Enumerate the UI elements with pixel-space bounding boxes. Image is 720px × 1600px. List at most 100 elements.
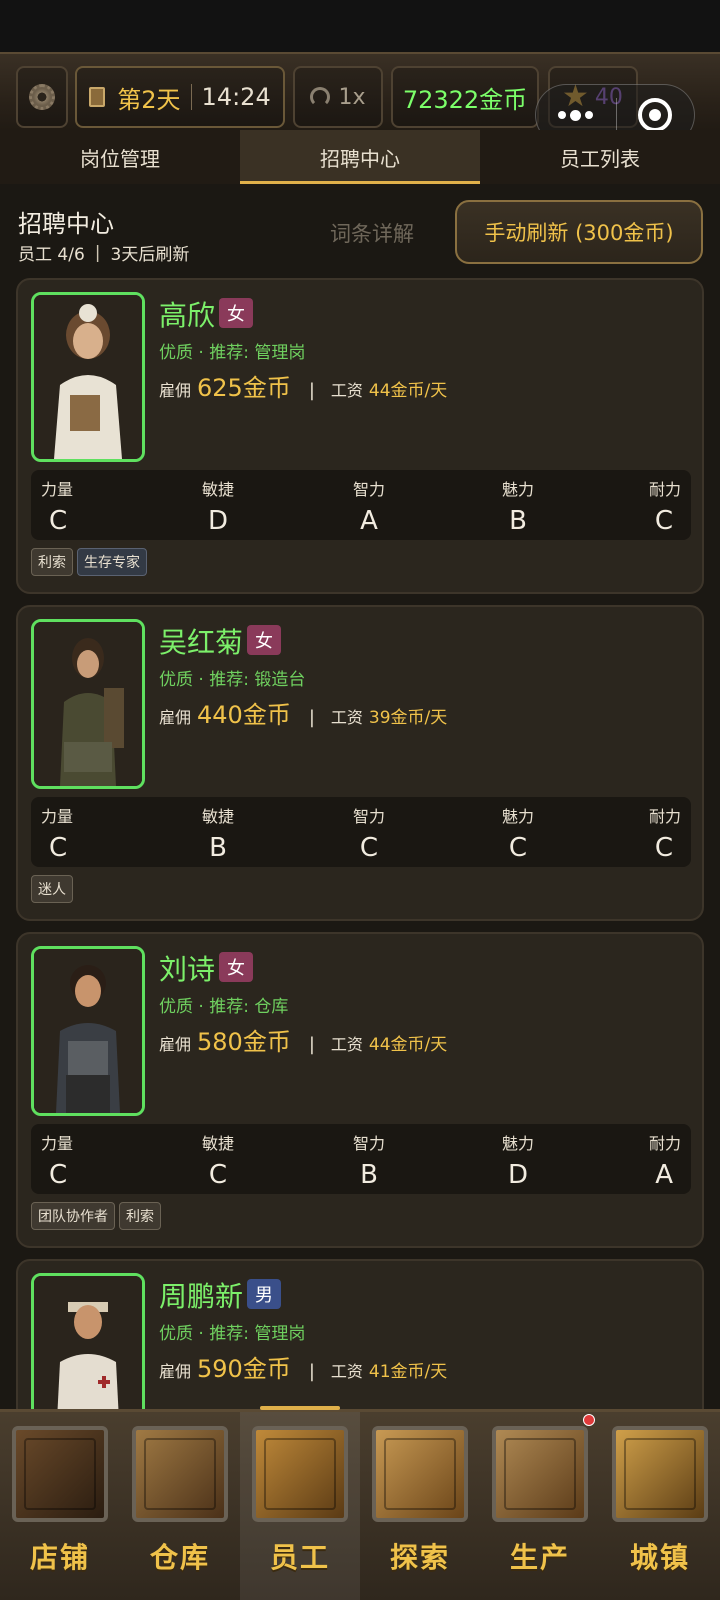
gender-tag: 男 bbox=[247, 1279, 281, 1309]
more-dot-icon bbox=[558, 111, 567, 119]
portrait-image bbox=[34, 622, 142, 786]
candidate-portrait bbox=[31, 619, 145, 789]
stat-endurance: 耐力 A bbox=[648, 1134, 681, 1190]
nav-shop[interactable]: 店铺 bbox=[0, 1412, 120, 1600]
trait-tag[interactable]: 团队协作者 bbox=[31, 1202, 115, 1230]
wage-value: 44金币/天 bbox=[368, 381, 448, 401]
candidate-name: 吴红菊 bbox=[159, 626, 244, 659]
candidate-card[interactable]: 刘诗 女 优质 · 推荐: 仓库 雇佣 580金币 | 工资 44金币/天 力量… bbox=[16, 932, 704, 1248]
stat-intelligence: 智力 C bbox=[352, 807, 385, 863]
divider: | bbox=[94, 242, 101, 263]
section-subtitle: 员工 4/6 | 3天后刷新 bbox=[18, 240, 190, 266]
staff-icon bbox=[252, 1426, 348, 1522]
hire-cost: 440金币 bbox=[197, 701, 291, 729]
divider bbox=[190, 84, 192, 110]
trait-list: 团队协作者 利索 bbox=[31, 1202, 161, 1230]
town-icon bbox=[612, 1426, 708, 1522]
stat-endurance: 耐力 C bbox=[648, 807, 681, 863]
tab-position-management[interactable]: 岗位管理 bbox=[0, 130, 240, 184]
status-bar bbox=[0, 0, 720, 52]
gender-tag: 女 bbox=[219, 952, 253, 982]
wage-value: 44金币/天 bbox=[368, 1035, 448, 1055]
hire-cost: 625金币 bbox=[197, 374, 291, 402]
warehouse-icon bbox=[132, 1426, 228, 1522]
stat-strength: 力量 C bbox=[41, 480, 74, 536]
stat-intelligence: 智力 B bbox=[352, 1134, 385, 1190]
quality-recommendation: 优质 · 推荐: 管理岗 bbox=[159, 1324, 306, 1344]
hire-label: 雇佣 bbox=[159, 1362, 192, 1381]
nav-label: 探索 bbox=[389, 1541, 450, 1574]
bottom-nav: 店铺 仓库 员工 探索 生产 城镇 bbox=[0, 1406, 720, 1600]
stat-charisma: 魅力 C bbox=[501, 807, 534, 863]
speed-label: 1x bbox=[338, 84, 366, 110]
nav-explore[interactable]: 探索 bbox=[360, 1412, 480, 1600]
settings-button[interactable] bbox=[16, 66, 68, 128]
tab-recruitment-center[interactable]: 招聘中心 bbox=[240, 130, 480, 184]
trait-tag[interactable]: 迷人 bbox=[31, 875, 73, 903]
more-dot-icon bbox=[570, 109, 582, 121]
quality-recommendation: 优质 · 推荐: 管理岗 bbox=[159, 343, 306, 363]
candidate-card[interactable]: 吴红菊 女 优质 · 推荐: 锻造台 雇佣 440金币 | 工资 39金币/天 … bbox=[16, 605, 704, 921]
nav-staff[interactable]: 员工 bbox=[240, 1406, 360, 1600]
stat-intelligence: 智力 A bbox=[352, 480, 385, 536]
divider: | bbox=[308, 380, 315, 401]
trait-tag[interactable]: 利索 bbox=[119, 1202, 161, 1230]
candidate-portrait bbox=[31, 946, 145, 1116]
nav-warehouse[interactable]: 仓库 bbox=[120, 1412, 240, 1600]
more-menu-button[interactable] bbox=[536, 109, 616, 121]
trait-tag[interactable]: 利索 bbox=[31, 548, 73, 576]
production-icon bbox=[492, 1426, 588, 1522]
trait-tag[interactable]: 生存专家 bbox=[77, 548, 147, 576]
stat-agility: 敏捷 C bbox=[201, 1134, 234, 1190]
cost-line: 雇佣 590金币 | 工资 41金币/天 bbox=[159, 1349, 447, 1384]
manual-refresh-button[interactable]: 手动刷新 (300金币) bbox=[455, 200, 703, 264]
nav-label: 生产 bbox=[509, 1541, 570, 1574]
stats-panel: 力量 C 敏捷 D 智力 A 魅力 B 耐力 C bbox=[31, 470, 691, 540]
stat-strength: 力量 C bbox=[41, 1134, 74, 1190]
hire-label: 雇佣 bbox=[159, 708, 192, 727]
stat-strength: 力量 C bbox=[41, 807, 74, 863]
time-label: 14:24 bbox=[201, 83, 271, 111]
gold-amount: 72322金币 bbox=[402, 85, 528, 114]
gender-tag: 女 bbox=[219, 298, 253, 328]
nav-production[interactable]: 生产 bbox=[480, 1412, 600, 1600]
candidate-name: 周鹏新 bbox=[159, 1280, 244, 1313]
close-miniprogram-button[interactable] bbox=[617, 98, 695, 132]
stat-charisma: 魅力 D bbox=[501, 1134, 534, 1190]
quality-recommendation: 优质 · 推荐: 仓库 bbox=[159, 997, 289, 1017]
calendar-icon bbox=[89, 87, 106, 107]
stat-charisma: 魅力 B bbox=[501, 480, 534, 536]
nav-town[interactable]: 城镇 bbox=[600, 1412, 720, 1600]
hire-label: 雇佣 bbox=[159, 1035, 192, 1054]
day-label: 第2天 bbox=[117, 85, 181, 114]
gold-panel: 72322金币 bbox=[391, 66, 539, 128]
stat-agility: 敏捷 B bbox=[201, 807, 234, 863]
explore-icon bbox=[372, 1426, 468, 1522]
speedometer-icon bbox=[310, 87, 331, 107]
target-icon bbox=[638, 98, 673, 132]
tab-bar: 岗位管理 招聘中心 员工列表 bbox=[0, 130, 720, 184]
nav-label: 仓库 bbox=[149, 1541, 210, 1574]
hire-label: 雇佣 bbox=[159, 381, 192, 400]
cost-line: 雇佣 440金币 | 工资 39金币/天 bbox=[159, 695, 447, 730]
section-title: 招聘中心 bbox=[18, 210, 114, 238]
candidate-card[interactable]: 高欣 女 优质 · 推荐: 管理岗 雇佣 625金币 | 工资 44金币/天 力… bbox=[16, 278, 704, 594]
day-time-panel: 第2天 14:24 bbox=[75, 66, 285, 128]
stats-panel: 力量 C 敏捷 C 智力 B 魅力 D 耐力 A bbox=[31, 1124, 691, 1194]
gear-icon bbox=[29, 84, 55, 110]
speed-button[interactable]: 1x bbox=[293, 66, 383, 128]
nav-label: 店铺 bbox=[29, 1541, 90, 1574]
stat-agility: 敏捷 D bbox=[201, 480, 234, 536]
wage-value: 41金币/天 bbox=[368, 1362, 448, 1382]
terms-detail-link[interactable]: 词条详解 bbox=[330, 218, 414, 248]
nav-label: 员工 bbox=[269, 1541, 330, 1574]
divider: | bbox=[308, 1361, 315, 1382]
wage-label: 工资 bbox=[330, 708, 363, 727]
tab-staff-list[interactable]: 员工列表 bbox=[480, 130, 720, 184]
cost-line: 雇佣 625金币 | 工资 44金币/天 bbox=[159, 368, 447, 403]
candidate-portrait bbox=[31, 292, 145, 462]
hire-cost: 580金币 bbox=[197, 1028, 291, 1056]
refresh-countdown: 3天后刷新 bbox=[110, 245, 190, 265]
more-dot-icon bbox=[585, 111, 594, 119]
gender-tag: 女 bbox=[247, 625, 281, 655]
